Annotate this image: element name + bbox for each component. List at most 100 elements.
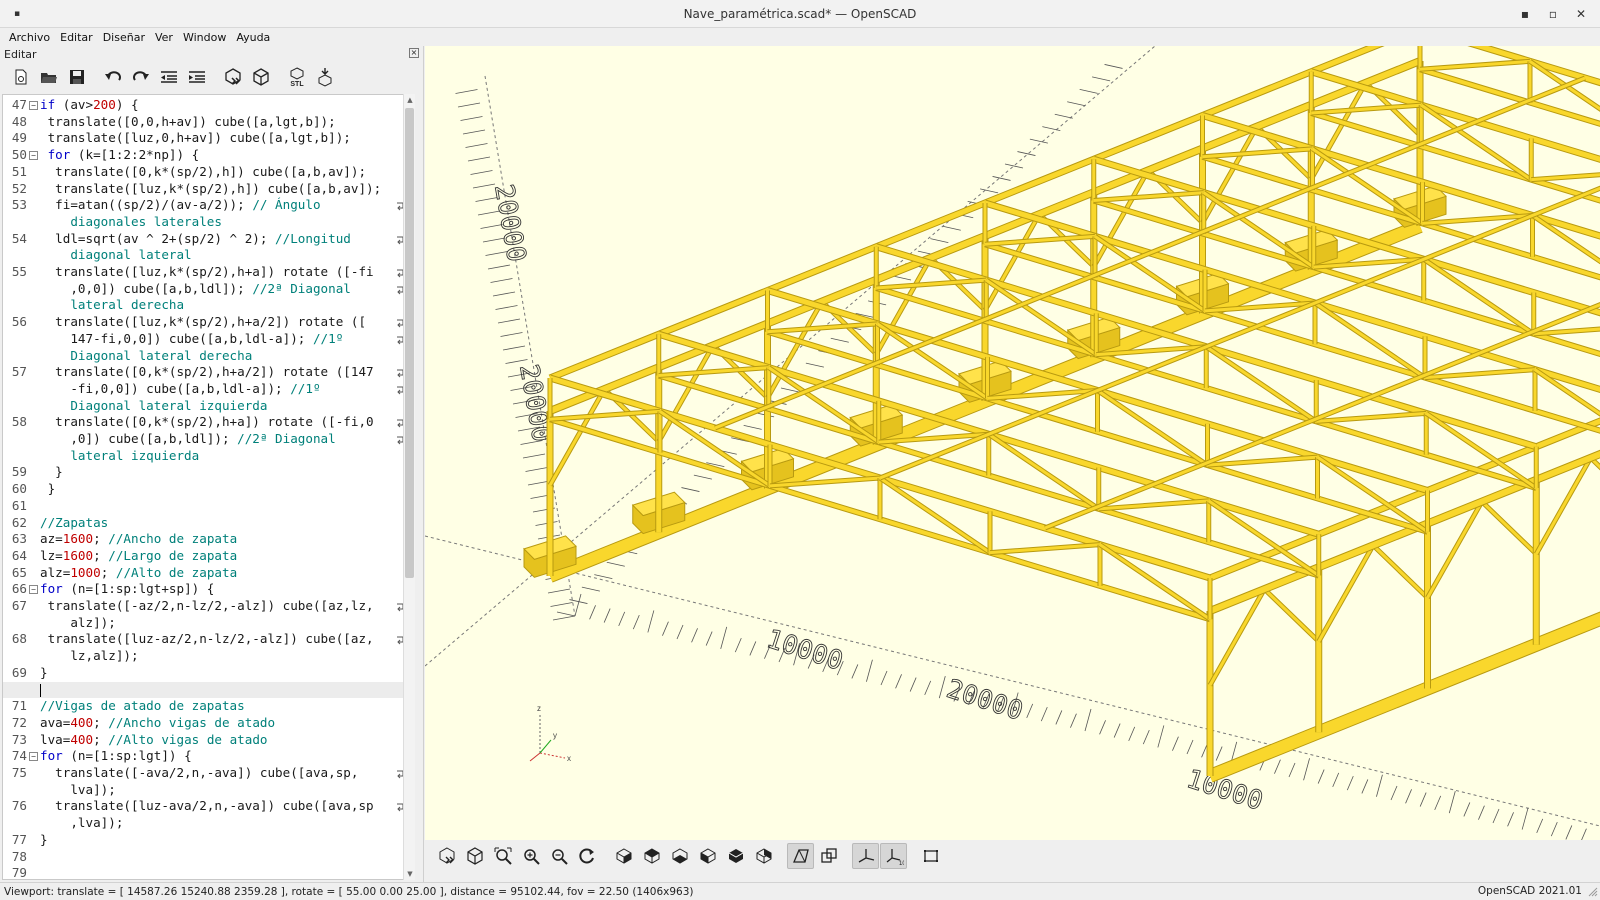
code-line: diagonal lateral: [40, 247, 192, 263]
view-front-icon[interactable]: [722, 843, 749, 869]
code-line: lateral izquierda: [40, 447, 200, 463]
line-number: 48: [11, 113, 27, 129]
zoom-in-icon[interactable]: [517, 843, 544, 869]
menu-window[interactable]: Window: [178, 31, 231, 44]
menu-ver[interactable]: Ver: [150, 31, 178, 44]
code-scrollbar-thumb[interactable]: [405, 108, 414, 578]
new-file-icon[interactable]: [8, 65, 34, 89]
current-line-highlight: [3, 681, 403, 699]
show-scale-markers-icon[interactable]: 10: [880, 843, 907, 869]
truss-diagonal: [659, 410, 771, 488]
send-to-print-icon[interactable]: [312, 65, 338, 89]
scale-tick: [1067, 101, 1086, 107]
undo-icon[interactable]: [100, 65, 126, 89]
code-line: fi=atan((sp/2)/(av-a/2)); // Ángulo: [40, 197, 321, 213]
scale-tick: [1434, 795, 1442, 811]
lateral-diagonal: [1480, 500, 1538, 556]
save-icon[interactable]: [64, 65, 90, 89]
scale-tick: [1186, 739, 1194, 755]
code-line: }: [40, 481, 56, 497]
view-right-icon[interactable]: [610, 843, 637, 869]
code-scrollbar[interactable]: ▲ ▼: [403, 94, 415, 880]
menu-editar[interactable]: Editar: [55, 31, 98, 44]
fold-toggle-icon[interactable]: −: [29, 151, 38, 161]
render-icon[interactable]: [248, 65, 274, 89]
scale-tick: [1463, 802, 1471, 817]
view-bottom-icon[interactable]: [666, 843, 693, 869]
scale-tick: [1092, 76, 1111, 82]
menu-ayuda[interactable]: Ayuda: [231, 31, 275, 44]
menu-disenar[interactable]: Diseñar: [98, 31, 150, 44]
scroll-down-icon[interactable]: ▼: [404, 868, 416, 880]
close-dock-icon[interactable]: ×: [409, 48, 419, 58]
scale-tick: [980, 188, 999, 194]
fold-toggle-icon[interactable]: −: [29, 752, 38, 762]
code-editor[interactable]: 47−48 49 50−51 52 53 54 55 56 57 58 59 60 61 62 63 64 65…: [2, 94, 410, 880]
scale-tick: [1521, 807, 1529, 830]
preview-icon[interactable]: [220, 65, 246, 89]
truss-diagonal: [767, 366, 880, 444]
truss-diagonal: [549, 409, 661, 421]
status-bar: Viewport: translate = [ 14587.26 15240.8…: [0, 882, 1600, 900]
scale-tick: [497, 318, 521, 324]
preview-render-icon[interactable]: [433, 843, 460, 869]
minimize-button[interactable]: ▪: [1516, 5, 1534, 23]
view-top-icon[interactable]: [638, 843, 665, 869]
line-number: 74: [11, 748, 27, 764]
resize-grip-icon[interactable]: [1588, 887, 1598, 897]
code-line: translate([luz,k*(sp/2),h+a/2]) rotate (…: [40, 314, 367, 330]
code-line: az=1600; //Ancho de zapata: [40, 531, 238, 547]
truss-diagonal: [1202, 191, 1315, 269]
code-line: translate([luz,0,h+av]) cube([a,lgt,b]);: [40, 130, 351, 146]
line-number: 78: [11, 848, 27, 864]
scale-tick: [460, 116, 483, 121]
code-line: ,0]) cube([a,b,ldl]); //2ª Diagonal: [40, 431, 336, 446]
menu-archivo[interactable]: Archivo: [4, 31, 55, 44]
scale-tick: [1581, 828, 1587, 840]
close-button[interactable]: ✕: [1572, 5, 1590, 23]
code-line: //Zapatas: [40, 514, 109, 530]
indent-icon[interactable]: [184, 65, 210, 89]
scale-label: 10000: [763, 624, 847, 677]
render-cube-icon[interactable]: [461, 843, 488, 869]
code-line: alz]);: [40, 614, 116, 630]
open-file-icon[interactable]: [36, 65, 62, 89]
scale-tick: [866, 659, 873, 682]
scale-tick: [743, 424, 762, 430]
scale-tick: [522, 453, 546, 459]
line-number: 61: [11, 497, 27, 513]
title-bar: ▪ Nave_paramétrica.scad* — OpenSCAD ▪ ▫ …: [0, 0, 1600, 28]
3d-viewport[interactable]: 20000 20000 10000 20000 10000 z x y: [425, 46, 1600, 840]
perspective-icon[interactable]: [787, 843, 814, 869]
orthogonal-icon[interactable]: [815, 843, 842, 869]
truss-diagonal: [987, 433, 1100, 511]
show-edges-icon[interactable]: [917, 843, 944, 869]
code-line: for (n=[1:sp:lgt]) {: [40, 748, 192, 764]
unindent-icon[interactable]: [156, 65, 182, 89]
line-number: 77: [11, 831, 27, 847]
code-line: 147-fi,0,0]) cube([a,b,ldl-a]); //1º: [40, 330, 344, 346]
fold-toggle-icon[interactable]: −: [29, 101, 38, 110]
view-left-icon[interactable]: [694, 843, 721, 869]
zoom-out-icon[interactable]: [545, 843, 572, 869]
maximize-button[interactable]: ▫: [1544, 5, 1562, 23]
view-all-icon[interactable]: [489, 843, 516, 869]
editor-panel: Editar × STL 47 − 48 49 50 − 51 52 53 54…: [0, 46, 424, 884]
view-back-icon[interactable]: [750, 843, 777, 869]
line-number: 71: [11, 698, 27, 714]
scale-tick: [734, 637, 742, 653]
reset-view-icon[interactable]: [573, 843, 600, 869]
truss-diagonal: [985, 278, 1098, 356]
scroll-up-icon[interactable]: ▲: [404, 94, 416, 106]
show-axes-icon[interactable]: [852, 843, 879, 869]
export-stl-icon[interactable]: STL: [284, 65, 310, 89]
scale-tick: [895, 674, 902, 689]
code-line: ldl=sqrt(av ^ 2+(sp/2) ^ 2); //Longitud: [40, 230, 351, 246]
truss-diagonal: [1205, 345, 1318, 423]
fold-toggle-icon[interactable]: −: [29, 585, 38, 595]
scale-label: 20000: [488, 182, 531, 264]
redo-icon[interactable]: [128, 65, 154, 89]
scale-tick: [470, 170, 493, 175]
line-number: 67: [11, 598, 27, 613]
window-menu-icon[interactable]: ▪: [8, 5, 26, 23]
